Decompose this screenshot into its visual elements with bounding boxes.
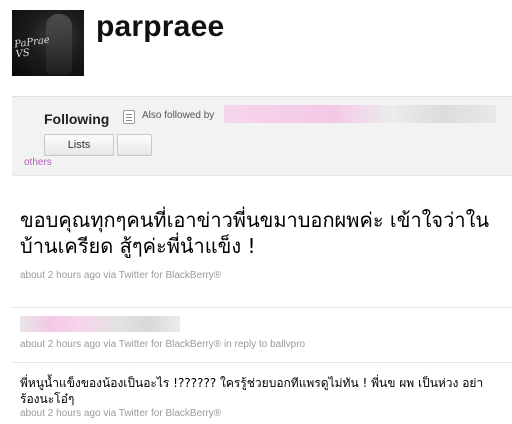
following-panel: Following Also followed by Lists xyxy=(12,96,512,176)
actions-button[interactable] xyxy=(117,134,152,156)
redacted-followers xyxy=(224,105,496,123)
tweet-meta[interactable]: about 2 hours ago via Twitter for BlackB… xyxy=(20,339,305,350)
tweet-divider xyxy=(12,362,512,363)
also-followed-label: Also followed by xyxy=(142,110,215,121)
profile-avatar[interactable]: PaPrae VS xyxy=(12,10,84,76)
tweet-text: ขอบคุณทุกๆคนที่เอาข่าวพี่นขมาบอกผพค่ะ เข… xyxy=(20,208,490,258)
following-label: Following xyxy=(44,111,110,127)
tweet-meta[interactable]: about 2 hours ago via Twitter for BlackB… xyxy=(20,408,221,419)
tweet-divider xyxy=(12,307,512,308)
profile-username: parpraee xyxy=(96,10,225,43)
tweet-text: พี่หนูน้ำแข็งของน้องเป็นอะไร !?????? ใคร… xyxy=(20,376,484,406)
list-icon xyxy=(123,110,135,124)
redacted-tweet-text xyxy=(20,316,180,332)
tweet-meta[interactable]: about 2 hours ago via Twitter for BlackB… xyxy=(20,270,221,281)
others-link[interactable]: others xyxy=(24,157,52,168)
lists-button[interactable]: Lists xyxy=(44,134,114,156)
